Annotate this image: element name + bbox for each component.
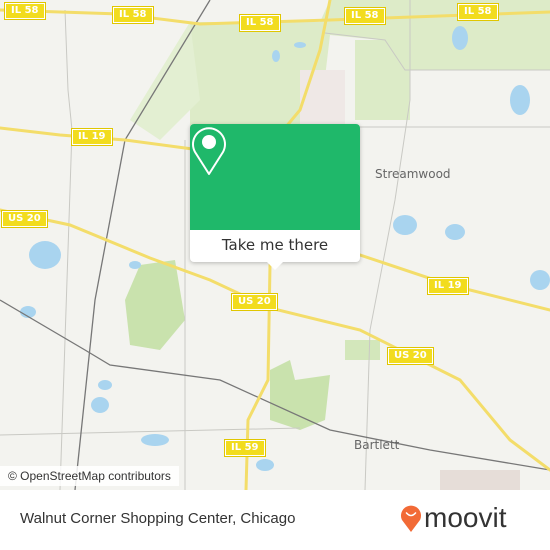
us20-shield-3: US 20 [387, 347, 434, 365]
us20-shield-1: US 20 [1, 210, 48, 228]
town-label-bartlett: Bartlett [354, 438, 400, 452]
popup-pointer [266, 261, 284, 270]
il58-shield-4: IL 58 [344, 7, 386, 25]
take-me-there-button[interactable]: Take me there [190, 230, 360, 262]
il58-shield-2: IL 58 [112, 6, 154, 24]
location-popup: Take me there [190, 124, 360, 270]
moovit-wordmark: moovit [424, 502, 507, 533]
map[interactable]: IL 58 IL 58 IL 58 IL 58 IL 58 IL 19 IL 1… [0, 0, 550, 490]
popup-header [190, 124, 360, 230]
il58-shield-1: IL 58 [4, 2, 46, 20]
moovit-logo: moovit [400, 502, 506, 534]
il19-shield-2: IL 19 [427, 277, 469, 295]
town-label-streamwood: Streamwood [375, 167, 451, 181]
map-pin-icon [192, 127, 226, 175]
il19-shield-1: IL 19 [71, 128, 113, 146]
il58-shield-5: IL 58 [457, 3, 499, 21]
place-name: Walnut Corner Shopping Center, Chicago [20, 510, 296, 527]
il59-shield-1: IL 59 [224, 439, 266, 457]
map-attribution[interactable]: © OpenStreetMap contributors [0, 466, 179, 486]
il58-shield-3: IL 58 [239, 14, 281, 32]
moovit-pin-icon [401, 505, 421, 532]
footer: Walnut Corner Shopping Center, Chicago m… [0, 490, 550, 550]
us20-shield-2: US 20 [231, 293, 278, 311]
